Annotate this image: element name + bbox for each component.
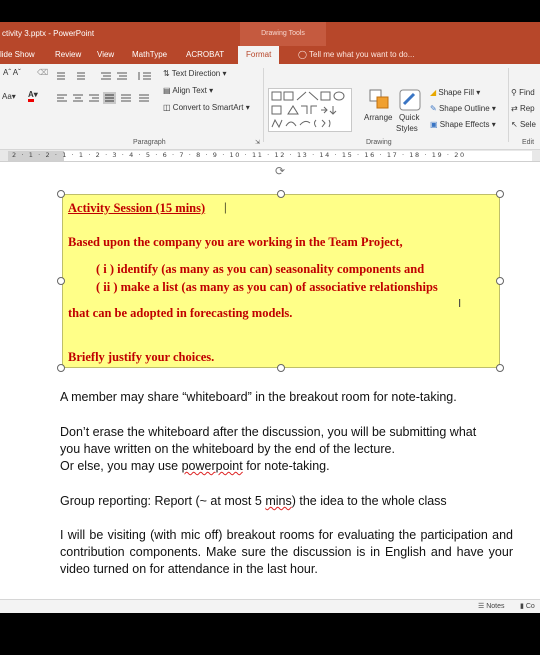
group-separator-2 bbox=[508, 68, 509, 142]
ruler-numbers: 2 · 1 · 2 · 1 · 1 · 2 · 3 · 4 · 5 · 6 · … bbox=[12, 151, 466, 159]
activity-item-1: ( i ) identify (as many as you can) seas… bbox=[96, 262, 425, 276]
activity-tail: that can be adopted in forecasting model… bbox=[68, 306, 293, 320]
pen-icon: ✎ bbox=[430, 104, 437, 113]
replace-button[interactable]: ⇄ Rep bbox=[511, 104, 535, 113]
paragraph-visiting: I will be visiting (with mic off) breako… bbox=[60, 528, 513, 576]
activity-justify: Briefly justify your choices. bbox=[68, 350, 215, 364]
contextual-group-label: Drawing Tools bbox=[261, 30, 305, 37]
effects-icon: ▣ bbox=[430, 120, 438, 129]
window-title: ctivity 3.pptx - PowerPoint bbox=[2, 29, 95, 38]
smartart-icon: ◫ bbox=[163, 103, 171, 112]
resize-handle[interactable] bbox=[277, 364, 285, 372]
resize-handle[interactable] bbox=[496, 364, 504, 372]
slide-canvas: ⟳ Activity Session (15 mins) | Based upo… bbox=[0, 162, 540, 602]
tab-review[interactable]: Review bbox=[55, 50, 81, 59]
tab-mathtype[interactable]: MathType bbox=[132, 50, 167, 59]
ribbon: Aˆ Aˇ ⌫ Aa▾ A▾ ⇅ Text Direction ▾ ▤ Alig… bbox=[0, 64, 540, 150]
shape-effects-button[interactable]: ▣ Shape Effects ▾ bbox=[430, 120, 496, 129]
clear-format-icon[interactable]: ⌫ bbox=[37, 68, 48, 77]
activity-item-2: ( ii ) make a list (as many as you can) … bbox=[96, 280, 438, 294]
group-label-editing: Edit bbox=[522, 139, 535, 146]
shapes-gallery[interactable] bbox=[268, 88, 352, 132]
shape-fill-button[interactable]: ◢ Shape Fill ▾ bbox=[430, 88, 480, 97]
convert-smartart-button[interactable]: ◫ Convert to SmartArt ▾ bbox=[163, 103, 250, 112]
shapes-icon bbox=[271, 91, 345, 129]
notes-icon: ☰ bbox=[478, 603, 485, 610]
tab-slide-show[interactable]: lide Show bbox=[0, 50, 35, 59]
resize-handle[interactable] bbox=[57, 190, 65, 198]
comments-button[interactable]: ▮ Co bbox=[520, 602, 535, 610]
list-buttons-icon[interactable] bbox=[55, 70, 155, 82]
paragraph-launcher-icon[interactable]: ⇲ bbox=[255, 139, 260, 146]
quick-styles-label-2: Styles bbox=[396, 124, 418, 133]
misspelled-word: mins bbox=[265, 494, 292, 508]
resize-handle[interactable] bbox=[496, 190, 504, 198]
find-icon: ⚲ bbox=[511, 88, 517, 97]
select-button[interactable]: ↖ Sele bbox=[511, 120, 536, 129]
font-color-icon[interactable]: A▾ bbox=[28, 90, 38, 102]
quick-styles-button[interactable]: Quick bbox=[399, 113, 419, 122]
quick-styles-icon[interactable] bbox=[398, 88, 424, 112]
cursor-icon: ↖ bbox=[511, 120, 518, 129]
activity-heading: Activity Session (15 mins) bbox=[68, 201, 206, 215]
align-text-icon: ▤ bbox=[163, 86, 171, 95]
arrange-icon[interactable] bbox=[368, 88, 392, 112]
alignment-buttons-icon[interactable] bbox=[55, 92, 155, 104]
change-case-icon[interactable]: Aa▾ bbox=[2, 92, 16, 101]
rotate-handle-icon[interactable]: ⟳ bbox=[275, 164, 285, 178]
paint-bucket-icon: ◢ bbox=[430, 88, 437, 97]
align-text-button[interactable]: ▤ Align Text ▾ bbox=[163, 86, 213, 95]
arrange-button[interactable]: Arrange bbox=[364, 113, 392, 122]
paragraph-group-reporting: Group reporting: Report (~ at most 5 min… bbox=[60, 494, 447, 508]
notes-button[interactable]: ☰ Notes bbox=[478, 602, 505, 610]
resize-handle[interactable] bbox=[496, 277, 504, 285]
resize-handle[interactable] bbox=[277, 190, 285, 198]
replace-icon: ⇄ bbox=[511, 104, 518, 113]
resize-handle[interactable] bbox=[57, 364, 65, 372]
text-direction-button[interactable]: ⇅ Text Direction ▾ bbox=[163, 69, 227, 78]
group-label-paragraph: Paragraph bbox=[133, 139, 166, 146]
paragraph-line: you have written on the whiteboard by th… bbox=[60, 442, 395, 456]
paragraph-line: Or else, you may use powerpoint for note… bbox=[60, 459, 330, 473]
tell-me-text: Tell me what you want to do... bbox=[309, 50, 415, 59]
tab-view[interactable]: View bbox=[97, 50, 114, 59]
contextual-tab-group: Drawing Tools bbox=[240, 22, 326, 46]
title-bar: ctivity 3.pptx - PowerPoint Drawing Tool… bbox=[0, 22, 540, 46]
group-separator bbox=[263, 68, 264, 142]
text-cursor: | bbox=[224, 200, 227, 214]
comment-icon: ▮ bbox=[520, 603, 524, 610]
lightbulb-icon: ◯ bbox=[298, 50, 307, 59]
grow-shrink-font-icon[interactable]: Aˆ Aˇ bbox=[3, 68, 21, 77]
horizontal-ruler[interactable]: 2 · 1 · 2 · 1 · 1 · 2 · 3 · 4 · 5 · 6 · … bbox=[0, 150, 540, 162]
tab-format[interactable]: Format bbox=[238, 46, 280, 64]
shape-outline-button[interactable]: ✎ Shape Outline ▾ bbox=[430, 104, 496, 113]
tab-acrobat[interactable]: ACROBAT bbox=[186, 50, 224, 59]
group-label-drawing: Drawing bbox=[366, 139, 392, 146]
paragraph-line: Don’t erase the whiteboard after the dis… bbox=[60, 425, 477, 439]
paragraph-dont-erase: Don’t erase the whiteboard after the dis… bbox=[60, 424, 476, 475]
ibeam-cursor-icon: I bbox=[458, 297, 462, 310]
activity-textbox[interactable]: Activity Session (15 mins) | Based upon … bbox=[62, 194, 500, 368]
activity-intro: Based upon the company you are working i… bbox=[68, 235, 403, 249]
find-button[interactable]: ⚲ Find bbox=[511, 88, 535, 97]
status-bar: ☰ Notes ▮ Co bbox=[0, 599, 540, 613]
text-direction-icon: ⇅ bbox=[163, 69, 170, 78]
tell-me-box[interactable]: ◯ Tell me what you want to do... bbox=[298, 50, 414, 59]
paragraph-whiteboard-share: A member may share “whiteboard” in the b… bbox=[60, 390, 457, 404]
ribbon-tabs: lide Show Review View MathType ACROBAT F… bbox=[0, 46, 540, 64]
resize-handle[interactable] bbox=[57, 277, 65, 285]
misspelled-word: powerpoint bbox=[181, 459, 243, 473]
powerpoint-window: ctivity 3.pptx - PowerPoint Drawing Tool… bbox=[0, 22, 540, 613]
slide[interactable]: ⟳ Activity Session (15 mins) | Based upo… bbox=[0, 162, 540, 602]
